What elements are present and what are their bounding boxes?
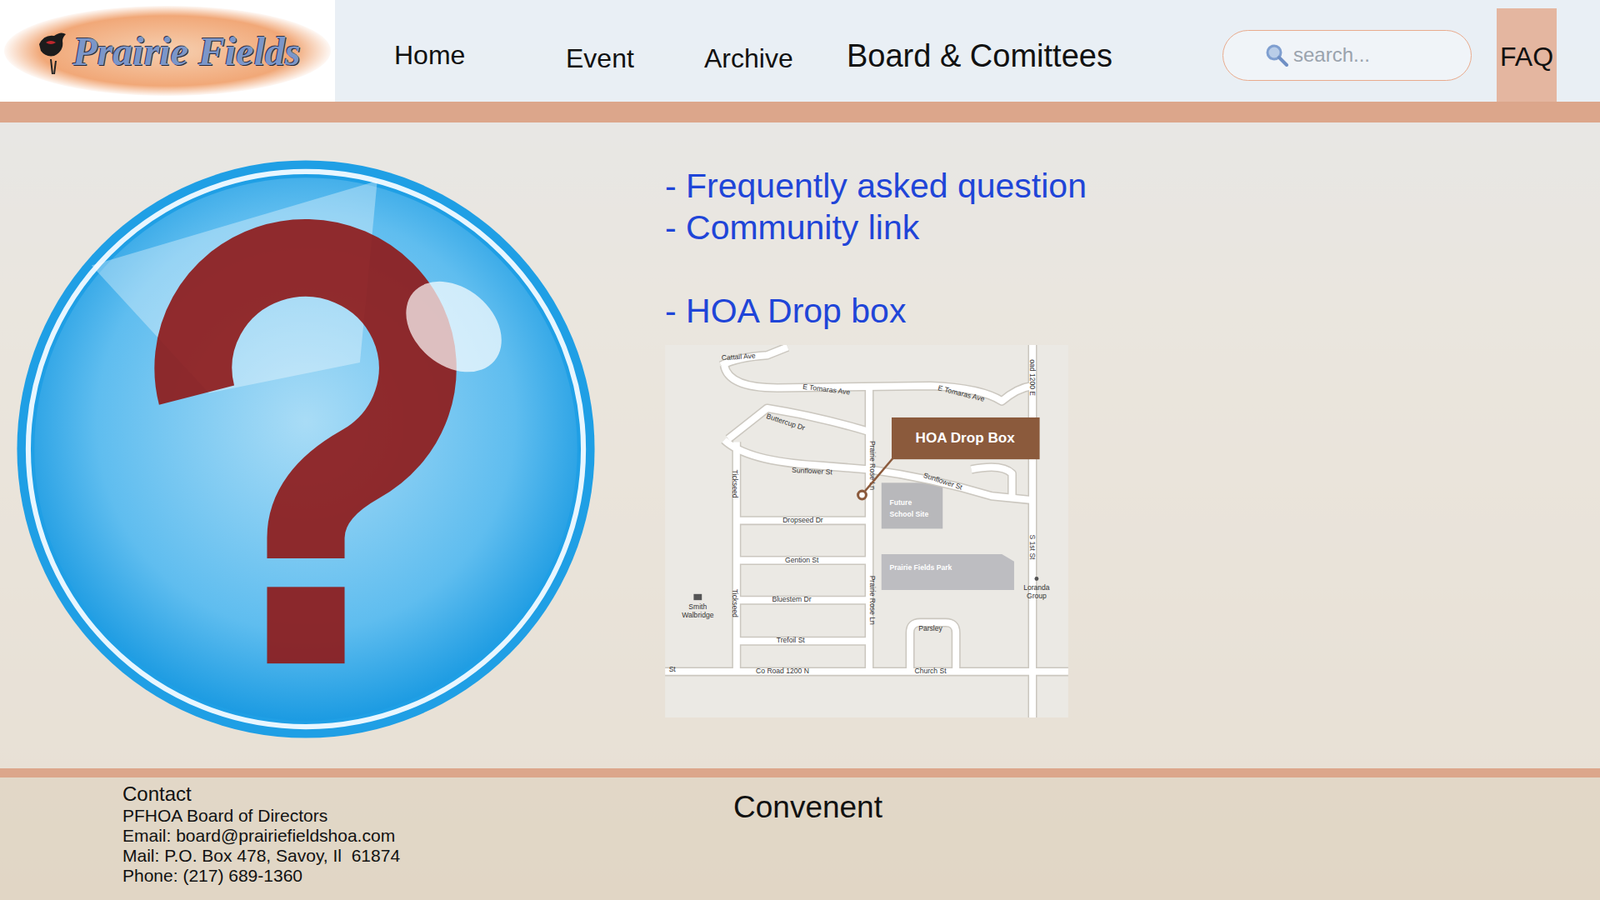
road (910, 622, 956, 672)
footer-stripe (0, 768, 1600, 778)
road (728, 408, 870, 440)
map-label: Cattail Ave (721, 351, 757, 363)
map-label: Tickseed (730, 589, 740, 618)
map-label: Gention St (785, 555, 820, 565)
contact-title: Contact (122, 782, 734, 806)
park-area (881, 554, 1015, 590)
nav-item[interactable]: FAQ (1496, 8, 1557, 102)
map-label: Prairie Fields Park (890, 563, 953, 572)
map-label: Church St (915, 666, 948, 675)
contact-line: PFHOA Board of Directors (122, 805, 734, 826)
faq-content: - Frequently asked question- Community l… (0, 122, 1600, 769)
drop-box-map[interactable]: Cattail Ave E Tomaras Ave E Tomaras Ave But… (665, 345, 1069, 718)
nav-item[interactable]: Event (565, 8, 705, 102)
map-label: Smith (688, 602, 707, 611)
map-label: Co Road 1200 N (755, 666, 810, 675)
bird-icon (34, 25, 71, 76)
faq-links: - Frequently asked question- Community l… (665, 158, 1087, 718)
map-label: Group (1026, 591, 1047, 600)
map-label: E Tomaras Ave (936, 383, 985, 404)
map-label: Prairie Rose Ln (868, 575, 877, 625)
logo[interactable]: Prairie Fields (0, 0, 335, 102)
map-label: Sunflower St (791, 465, 834, 477)
nav-item[interactable]: Archive (704, 8, 847, 102)
map-label: Trefoil St (776, 635, 806, 645)
question-icon (15, 158, 597, 740)
callout-text: HOA Drop Box (915, 429, 1016, 446)
footer: Contact PFHOA Board of DirectorsEmail: b… (0, 777, 1600, 900)
road (720, 346, 788, 365)
nav-item[interactable]: Board & Comittees (846, 8, 1223, 102)
road (1029, 345, 1036, 718)
map-callout (891, 417, 1040, 460)
contact-info: Contact PFHOA Board of DirectorsEmail: b… (122, 782, 734, 886)
map-label: Walbridge (681, 610, 714, 620)
drop-box-link[interactable]: - HOA Drop box (665, 290, 1087, 332)
search-input[interactable] (1291, 42, 1460, 68)
faq-link[interactable]: - Frequently asked question (665, 165, 1087, 207)
map-label: Buttercup Dr (765, 411, 806, 432)
map-label: Sunflower St (922, 470, 965, 492)
top-bar: Prairie Fields Home Event Archive Board … (0, 0, 1600, 102)
magnifier-icon (1265, 43, 1289, 67)
contact-line: Email: board@prairiefieldshoa.com (122, 825, 734, 846)
footer-tagline: Convenent (733, 789, 883, 826)
map-label: School Site (890, 510, 930, 519)
map-label: E Tomaras Ave (802, 382, 851, 397)
contact-line: Mail: P.O. Box 478, Savoy, Il 61874 (122, 845, 734, 866)
road (724, 365, 1033, 401)
logo-badge: Prairie Fields (4, 5, 331, 96)
building-icon (693, 594, 702, 600)
map-label: S 1st St (1028, 534, 1037, 560)
header-stripe (0, 101, 1600, 123)
map-label: Dropseed Dr (782, 515, 824, 525)
contact-line: Phone: (217) 689-1360 (122, 865, 734, 886)
map-label: oad 1200 E (1028, 359, 1037, 396)
drop-box-pin[interactable] (858, 490, 867, 500)
map-label: Future (890, 498, 913, 507)
map-label: Bluestem Dr (771, 595, 811, 604)
logo-text: Prairie Fields (72, 28, 300, 75)
search-box[interactable] (1222, 30, 1472, 81)
faq-link[interactable]: - Community link (665, 206, 1087, 249)
map-label: Parsley (918, 624, 943, 633)
nav-item[interactable]: Home (394, 8, 566, 102)
page: Prairie Fields Home Event Archive Board … (0, 0, 1600, 900)
school-site-area (881, 482, 943, 529)
map-label: Loranda (1023, 583, 1050, 592)
map-label: St (669, 665, 677, 674)
main-nav: Home Event Archive Board & Comittees FAQ (335, 0, 1600, 102)
road (971, 467, 1013, 499)
map-label: Tickseed (730, 470, 740, 499)
place-dot (1034, 576, 1039, 581)
